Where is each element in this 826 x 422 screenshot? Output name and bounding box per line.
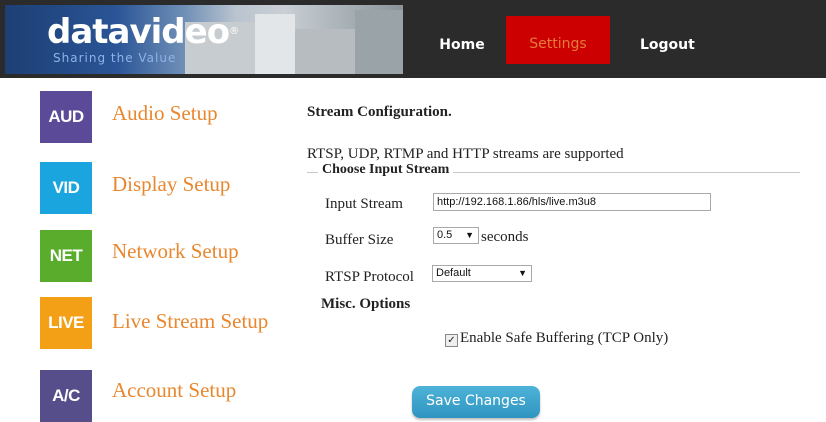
fieldset-legend: Choose Input Stream bbox=[318, 162, 454, 178]
live-stream-setup-icon: LIVE bbox=[40, 297, 92, 349]
datavideo-logo: datavideo® bbox=[47, 12, 239, 52]
stream-support-description: RTSP, UDP, RTMP and HTTP streams are sup… bbox=[307, 146, 624, 162]
safe-buffering-label[interactable]: Enable Safe Buffering (TCP Only) bbox=[460, 330, 668, 347]
audio-setup-icon: AUD bbox=[40, 91, 92, 143]
input-stream-field[interactable]: http://192.168.1.86/hls/live.m3u8 bbox=[433, 193, 711, 211]
nav-logout[interactable]: Logout (admin) bbox=[640, 16, 760, 111]
page-title: Stream Configuration. bbox=[307, 104, 452, 120]
banner-building bbox=[255, 14, 295, 74]
nav-settings[interactable]: Settings bbox=[506, 16, 610, 64]
banner-building bbox=[355, 10, 403, 74]
logo-text: datavideo bbox=[47, 12, 230, 52]
buffer-size-value: 0.5 bbox=[437, 229, 453, 241]
chevron-down-icon: ▼ bbox=[518, 268, 527, 278]
brand-banner: datavideo® Sharing the Value bbox=[5, 5, 403, 74]
sidebar-item-label: Live Stream Setup bbox=[112, 309, 269, 333]
sidebar-item-label: Account Setup bbox=[112, 378, 237, 402]
sidebar-item-label: Display Setup bbox=[112, 172, 231, 196]
buffer-size-unit: seconds bbox=[481, 229, 529, 245]
check-icon: ✓ bbox=[447, 335, 456, 346]
logo-registered-mark: ® bbox=[229, 26, 239, 37]
rtsp-protocol-value: Default bbox=[436, 267, 471, 279]
save-changes-button[interactable]: Save Changes bbox=[412, 386, 540, 418]
rtsp-protocol-select[interactable]: Default ▼ bbox=[432, 265, 532, 282]
display-setup-icon: VID bbox=[40, 162, 92, 214]
top-header: datavideo® Sharing the Value Home Settin… bbox=[0, 0, 826, 111]
misc-options-heading: Misc. Options bbox=[321, 296, 411, 312]
sidebar-item-label: Network Setup bbox=[112, 239, 239, 263]
chevron-down-icon: ▼ bbox=[465, 230, 474, 240]
safe-buffering-checkbox[interactable]: ✓ bbox=[445, 334, 458, 347]
banner-building bbox=[295, 29, 355, 74]
buffer-size-select[interactable]: 0.5 ▼ bbox=[433, 227, 479, 244]
sidebar-item-label: Audio Setup bbox=[112, 101, 218, 125]
account-setup-icon: A/C bbox=[40, 370, 92, 422]
rtsp-protocol-label: RTSP Protocol bbox=[325, 269, 414, 285]
nav-home[interactable]: Home bbox=[424, 16, 500, 64]
buffer-size-label: Buffer Size bbox=[325, 232, 394, 248]
input-stream-label: Input Stream bbox=[325, 196, 403, 212]
logo-tagline: Sharing the Value bbox=[53, 51, 177, 65]
network-setup-icon: NET bbox=[40, 230, 92, 282]
